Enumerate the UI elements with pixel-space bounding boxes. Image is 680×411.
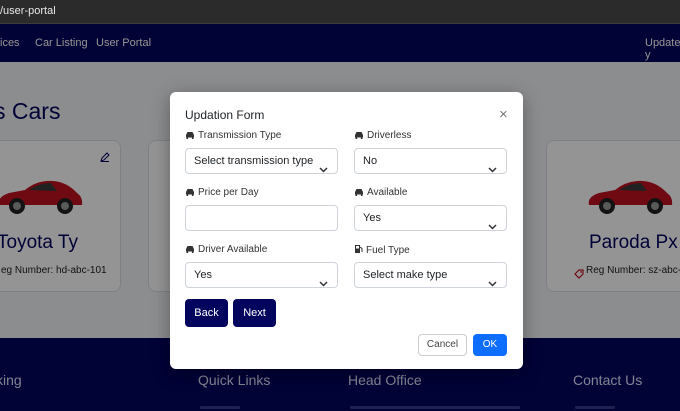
back-button[interactable]: Back <box>185 299 228 327</box>
chevron-down-icon <box>319 272 328 296</box>
driver-available-select[interactable]: Yes <box>185 262 338 288</box>
driver-available-label: Driver Available <box>185 244 267 255</box>
chevron-down-icon <box>488 215 497 239</box>
chevron-down-icon <box>319 158 328 182</box>
car-icon <box>354 187 367 198</box>
fuel-type-select[interactable]: Select make type <box>354 262 507 288</box>
price-label: Price per Day <box>185 187 259 198</box>
price-input[interactable] <box>185 205 338 231</box>
ok-button[interactable]: OK <box>473 334 507 356</box>
transmission-label: Transmission Type <box>185 130 281 141</box>
available-label: Available <box>354 187 407 198</box>
modal-title: Updation Form <box>185 108 265 122</box>
browser-url-bar[interactable]: /user-portal <box>0 0 680 24</box>
updation-form-modal: Updation Form × Transmission Type Select… <box>170 92 523 369</box>
close-icon[interactable]: × <box>499 106 508 123</box>
fuel-type-label: Fuel Type <box>354 244 410 256</box>
url-text[interactable]: /user-portal <box>0 5 56 17</box>
next-button[interactable]: Next <box>233 299 276 327</box>
driverless-label: Driverless <box>354 130 411 141</box>
fuel-pump-icon <box>354 245 366 256</box>
transmission-select[interactable]: Select transmission type <box>185 148 338 174</box>
car-icon <box>185 187 198 198</box>
cancel-button[interactable]: Cancel <box>418 334 467 356</box>
car-icon <box>185 244 198 255</box>
chevron-down-icon <box>488 158 497 182</box>
chevron-down-icon <box>488 272 497 296</box>
car-icon <box>354 130 367 141</box>
car-icon <box>185 130 198 141</box>
driverless-select[interactable]: No <box>354 148 507 174</box>
available-select[interactable]: Yes <box>354 205 507 231</box>
